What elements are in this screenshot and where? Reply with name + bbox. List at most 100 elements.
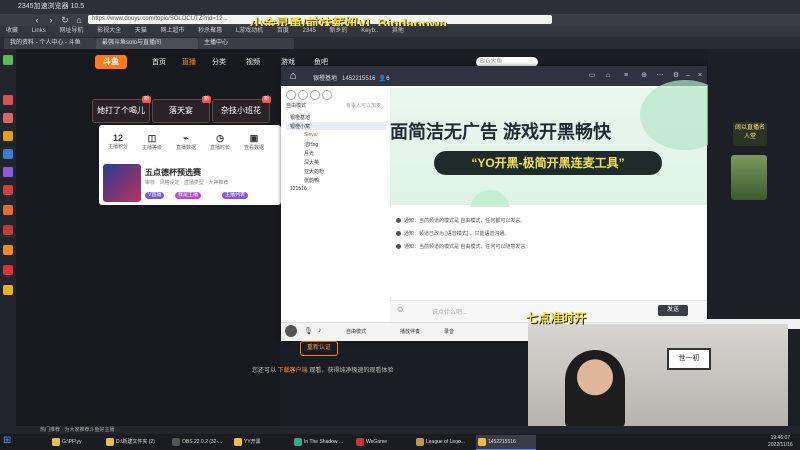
app-icon[interactable] — [3, 167, 13, 177]
yy-channel-title: 银橙基地 1452215516 👤6 — [313, 76, 390, 82]
app-icon[interactable] — [3, 225, 13, 235]
footer-accompany[interactable]: 播放伴奏 — [400, 328, 420, 335]
browser-tab[interactable]: 我的资料 - 个人中心 - 斗鱼 — [4, 38, 96, 49]
stat-duration[interactable]: ◷ 直播时长 — [207, 133, 233, 151]
user-tree-item[interactable]: Sleyal — [304, 132, 318, 138]
reauth-button[interactable]: 重新认证 — [300, 341, 338, 356]
emoji-icon[interactable]: ☺ — [396, 305, 404, 314]
taskbar-item[interactable]: G:\PF\yy — [50, 435, 106, 449]
stat-data[interactable]: ⌁ 直播数据 — [173, 133, 199, 151]
taskbar-item[interactable]: D:\新建文件夹 (2) — [104, 435, 176, 449]
home-icon[interactable]: ⌂ — [285, 69, 301, 83]
speaker-icon[interactable]: ♪ — [318, 327, 322, 334]
taskbar-item-active[interactable]: 1452215516 — [476, 435, 536, 450]
hot-card[interactable]: 落天宴 新 — [152, 96, 211, 123]
tag-chip[interactable]: 我是主播 — [175, 192, 202, 199]
tag-chip[interactable]: V首播 — [145, 192, 165, 199]
channel-tree-item[interactable]: 银橙小窝 — [290, 123, 310, 130]
settings-icon[interactable]: ⚙ — [672, 72, 680, 80]
footer-mode[interactable]: 自由模式 — [346, 328, 366, 335]
screen-icon[interactable]: ▭ — [588, 72, 596, 80]
forward-icon[interactable]: › — [46, 15, 56, 25]
footer-record[interactable]: 录音 — [444, 328, 454, 335]
browser-tab[interactable]: 主播中心 — [198, 38, 294, 49]
stat-view[interactable]: ▣ 查看数据 — [241, 133, 267, 151]
game-icon[interactable]: ⊕ — [640, 72, 648, 80]
user-tree-item[interactable]: 月光 — [304, 150, 314, 157]
avatar[interactable] — [285, 325, 297, 337]
more-icon[interactable]: ⋯ — [656, 72, 664, 80]
nav-live[interactable]: 直播 — [182, 57, 196, 67]
bookmark-item[interactable]: 秒杀聚惠 — [198, 28, 222, 34]
hot-card[interactable]: 杂技小班花新 — [212, 96, 271, 123]
app-icon[interactable] — [3, 131, 13, 141]
app-icon[interactable] — [3, 55, 13, 65]
user-tree-item[interactable]: 深大英 — [304, 159, 319, 166]
app-icon[interactable] — [3, 149, 13, 159]
tag-chip[interactable]: 主播列表 — [222, 192, 249, 199]
taskbar-item[interactable]: OBS 22.0.2 (32-... — [170, 435, 238, 449]
bookmark-item[interactable]: Keyb.. — [361, 28, 378, 34]
user-tree-item[interactable]: 亚大的粉 — [304, 168, 324, 175]
app-icon[interactable] — [3, 265, 13, 275]
chat-input[interactable]: 说点什么吧... — [432, 307, 467, 316]
hot-card-label: 杂技小班花 — [221, 106, 261, 115]
tool-icon[interactable] — [286, 90, 296, 100]
hall-of-fame-badge[interactable]: 阔以直播名人堂 — [733, 122, 767, 146]
app-icon[interactable] — [3, 185, 13, 195]
user-tree-item[interactable]: 洁Hng — [304, 141, 318, 148]
app-icon[interactable] — [3, 95, 13, 105]
user-tree-item[interactable]: 张韵鸭 — [304, 177, 319, 184]
bookmark-item[interactable]: L游戏动机 — [236, 28, 263, 34]
minimize-icon[interactable]: – — [684, 72, 692, 80]
bookmark-item[interactable]: 网址导航 — [59, 28, 83, 34]
new-badge: 新 — [261, 96, 271, 103]
bookmark-item[interactable]: Links — [32, 28, 46, 34]
bookmark-item[interactable]: 天猫 — [135, 28, 147, 34]
back-icon[interactable]: ‹ — [32, 15, 42, 25]
streamer-avatar[interactable] — [731, 155, 767, 200]
mode-selector[interactable]: 自由模式 — [286, 102, 306, 109]
hot-card-label: 她打了个喝儿 — [97, 106, 145, 115]
close-icon[interactable]: × — [696, 72, 704, 80]
list-icon[interactable]: ≡ — [622, 72, 630, 80]
tool-icon[interactable] — [322, 90, 332, 100]
bookmark-item[interactable]: 收藏 — [6, 28, 18, 34]
bookmark-item[interactable]: 网上超市 — [160, 28, 184, 34]
app-icon[interactable] — [3, 205, 13, 215]
hot-card[interactable]: 她打了个喝儿 新 — [92, 96, 151, 123]
refresh-icon[interactable]: ↻ — [60, 15, 70, 25]
stat-level[interactable]: ◫ 主播等级 — [139, 133, 165, 151]
bookmark-item[interactable]: 其他 — [392, 28, 404, 34]
nav-home[interactable]: 首页 — [152, 57, 166, 67]
bookmark-item[interactable]: 2345 — [303, 28, 316, 34]
bookmark-item[interactable]: 百度 — [277, 28, 289, 34]
tool-icon[interactable] — [310, 90, 320, 100]
bookmark-item[interactable]: 影视大全 — [97, 28, 121, 34]
app-icon[interactable] — [3, 113, 13, 123]
taskbar-item[interactable]: WeGame — [354, 435, 416, 449]
home-icon[interactable]: ⌂ — [74, 15, 84, 25]
nav-video[interactable]: 视频 — [246, 57, 260, 67]
douyu-logo[interactable]: 斗鱼 — [95, 55, 127, 69]
app-icon[interactable] — [3, 245, 13, 255]
bookmark-item[interactable]: 新乡的 — [330, 28, 348, 34]
mic-icon[interactable]: 🎙 — [304, 327, 313, 335]
app-icon[interactable] — [3, 285, 13, 295]
channel-tree-item[interactable]: 银橙基地 — [290, 114, 310, 121]
nav-category[interactable]: 分类 — [212, 57, 226, 67]
stat-points[interactable]: 12 主播积分 — [105, 133, 131, 150]
tool-icon[interactable] — [298, 90, 308, 100]
send-button[interactable]: 发送 — [658, 305, 688, 316]
browser-tab-active[interactable]: 最强斗鱼solo与直播间 — [96, 38, 198, 49]
download-client-link[interactable]: 下载客户端 — [278, 368, 308, 374]
home-icon[interactable]: ⌂ — [604, 72, 612, 80]
taskbar-item[interactable]: In The Shadow ... — [292, 435, 360, 449]
stream-thumbnail[interactable] — [103, 164, 141, 202]
taskbar-item[interactable]: League of Lego... — [414, 435, 482, 449]
taskbar-item[interactable]: YY开黑 — [232, 435, 294, 449]
start-icon[interactable]: ⊞ — [3, 436, 13, 446]
stream-title[interactable]: 五点德杯预选赛 — [145, 167, 201, 178]
system-clock[interactable]: 19:46:07 2022/11/16 — [768, 435, 793, 449]
channel-tree-item[interactable]: 121516 — [290, 186, 307, 192]
